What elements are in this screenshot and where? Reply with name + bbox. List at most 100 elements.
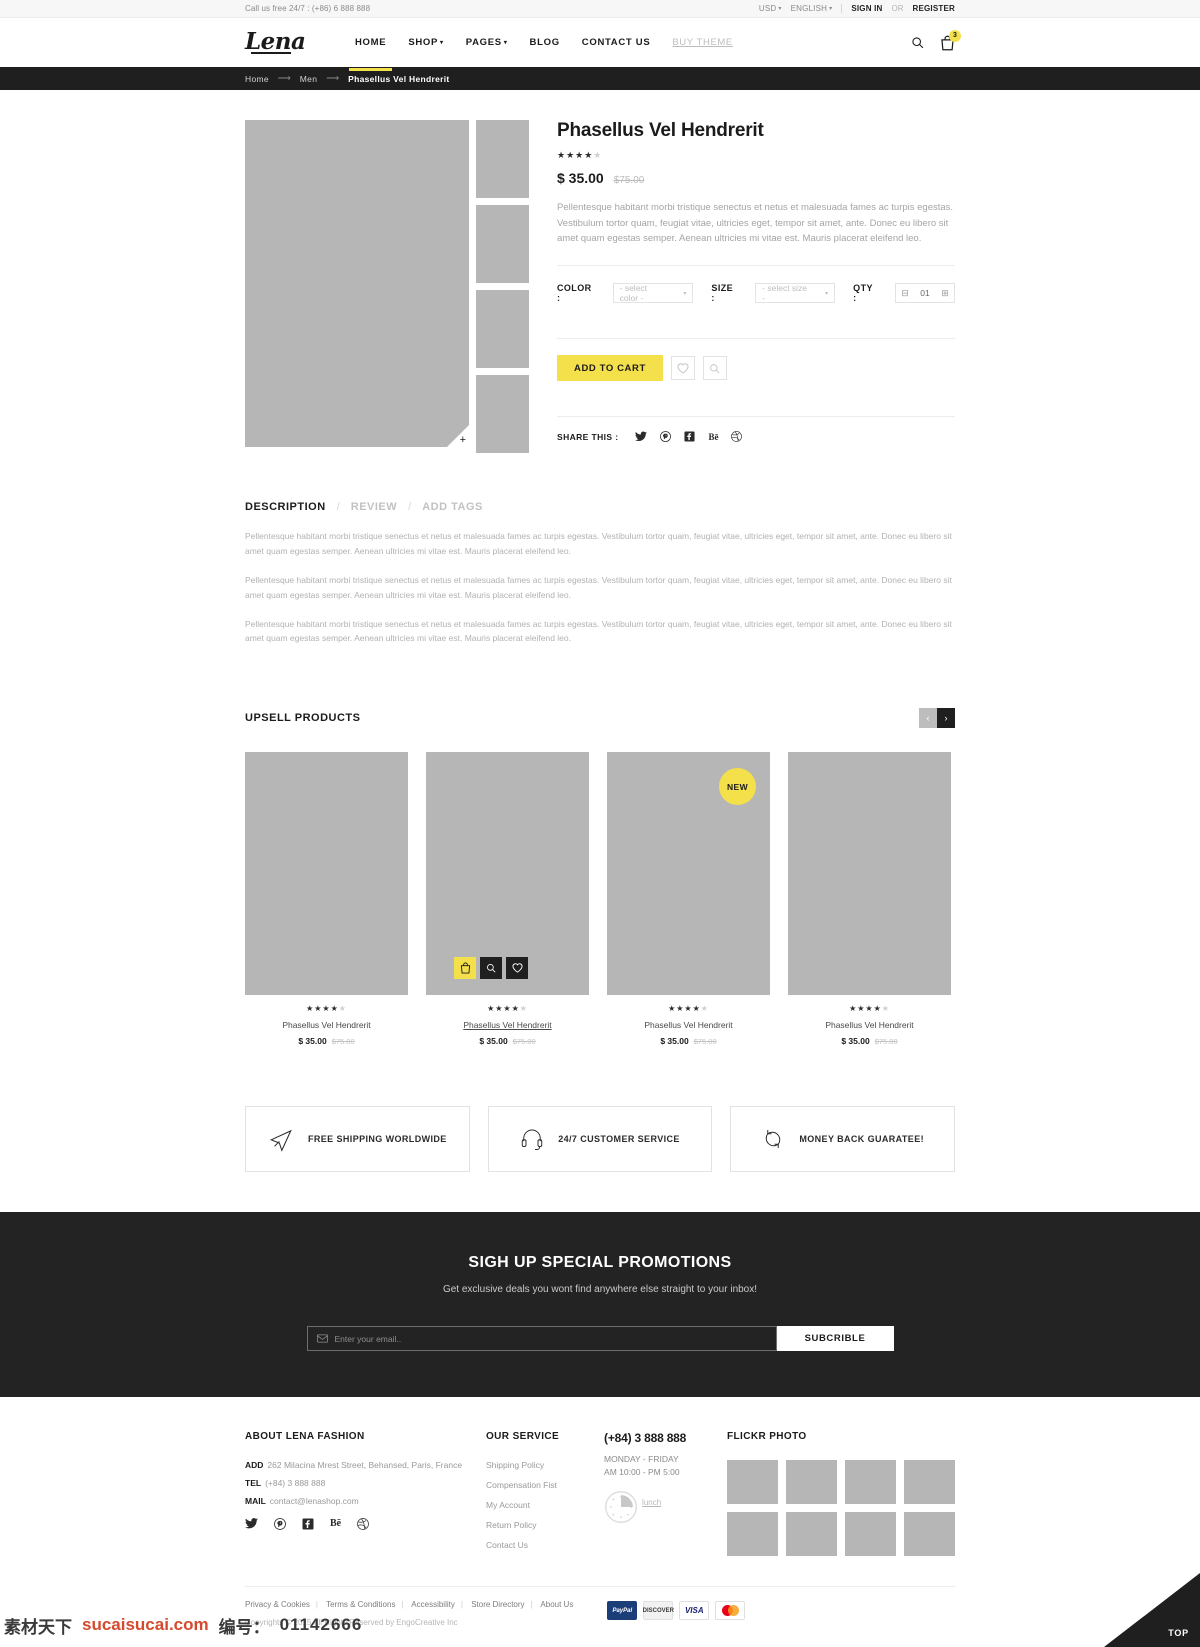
product-card-name[interactable]: Phasellus Vel Hendrerit bbox=[788, 1020, 951, 1030]
product-thumbnail[interactable] bbox=[476, 290, 529, 368]
currency-selector[interactable]: USD ▾ bbox=[759, 4, 782, 13]
behance-icon[interactable]: Bē bbox=[330, 1518, 341, 1530]
flickr-thumbnail[interactable] bbox=[845, 1460, 896, 1505]
newsletter-email-input[interactable]: Enter your email.. bbox=[306, 1326, 777, 1352]
footer-link-compensation-fist[interactable]: Compensation Fist bbox=[486, 1480, 604, 1490]
product-card-hover-actions bbox=[454, 957, 528, 980]
product-card[interactable]: ★★★★★ Phasellus Vel Hendrerit $ 35.00 $75… bbox=[788, 752, 951, 1046]
back-to-top-label: TOP bbox=[1168, 1628, 1189, 1639]
qty-increase-button[interactable]: ⊞ bbox=[936, 288, 954, 299]
flickr-thumbnail[interactable] bbox=[904, 1460, 955, 1505]
footer-link-my-account[interactable]: My Account bbox=[486, 1500, 604, 1510]
footer-link-return-policy[interactable]: Return Policy bbox=[486, 1520, 604, 1530]
footer-link-shipping-policy[interactable]: Shipping Policy bbox=[486, 1460, 604, 1470]
tab-add-tags[interactable]: ADD TAGS bbox=[422, 501, 483, 513]
wishlist-icon[interactable] bbox=[670, 356, 695, 381]
tab-description[interactable]: DESCRIPTION bbox=[245, 501, 326, 513]
flickr-thumbnail[interactable] bbox=[786, 1512, 837, 1557]
flickr-thumbnail[interactable] bbox=[727, 1512, 778, 1557]
search-icon[interactable] bbox=[911, 36, 924, 49]
color-select-value: - select color - bbox=[619, 283, 648, 304]
product-thumbnail[interactable] bbox=[476, 205, 529, 283]
nav-item-contact-us[interactable]: CONTACT US bbox=[582, 23, 651, 62]
product-thumbnail[interactable] bbox=[476, 375, 529, 453]
newsletter-section: SIGH UP SPECIAL PROMOTIONS Get exclusive… bbox=[0, 1212, 1200, 1398]
upsell-product-grid: ★★★★★ Phasellus Vel Hendrerit $ 35.00 $75… bbox=[245, 752, 955, 1046]
product-card-image[interactable] bbox=[426, 752, 589, 996]
behance-icon[interactable]: Bē bbox=[708, 432, 718, 442]
flickr-thumbnail[interactable] bbox=[786, 1460, 837, 1505]
carousel-prev-icon[interactable]: ‹ bbox=[919, 708, 937, 729]
nav-item-shop[interactable]: SHOP ▾ bbox=[408, 23, 443, 62]
product-card-image[interactable] bbox=[245, 752, 408, 996]
wishlist-icon[interactable] bbox=[506, 957, 528, 980]
add-to-cart-button[interactable]: ADD TO CART bbox=[557, 355, 663, 382]
sign-in-link[interactable]: SIGN IN bbox=[851, 4, 882, 13]
footer-mail-value[interactable]: contact@lenashop.com bbox=[270, 1496, 359, 1506]
product-card-name[interactable]: Phasellus Vel Hendrerit bbox=[607, 1020, 770, 1030]
features-row: FREE SHIPPING WORLDWIDE 24/7 CUSTOMER SE… bbox=[245, 1106, 956, 1212]
twitter-icon[interactable] bbox=[635, 431, 648, 442]
breadcrumb-home[interactable]: Home bbox=[245, 74, 269, 84]
upsell-title: UPSELL PRODUCTS bbox=[245, 712, 361, 725]
discover-icon: DISCOVER bbox=[643, 1601, 674, 1621]
nav-item-blog[interactable]: BLOG bbox=[530, 23, 560, 62]
feature-customer-service: 24/7 CUSTOMER SERVICE bbox=[487, 1106, 713, 1173]
feature-label: 24/7 CUSTOMER SERVICE bbox=[558, 1134, 680, 1145]
feature-label: FREE SHIPPING WORLDWIDE bbox=[307, 1134, 447, 1145]
nav-item-buy-theme[interactable]: BUY THEME bbox=[672, 23, 732, 62]
carousel-next-icon[interactable]: › bbox=[937, 708, 955, 729]
footer-link-accessibility[interactable]: Accessibility bbox=[411, 1600, 455, 1609]
footer-flickr-heading: FLICKR PHOTO bbox=[727, 1431, 807, 1443]
site-logo[interactable]: Lena bbox=[245, 28, 337, 55]
facebook-icon[interactable] bbox=[684, 431, 696, 442]
footer-socials: Bē bbox=[245, 1518, 486, 1531]
cart-button[interactable]: 3 bbox=[940, 29, 961, 51]
product-card-image[interactable] bbox=[788, 752, 951, 996]
product-card[interactable]: ★★★★★ Phasellus Vel Hendrerit $ 35.00 $75… bbox=[245, 752, 408, 1046]
twitter-icon[interactable] bbox=[245, 1518, 258, 1530]
product-main-image[interactable]: + bbox=[245, 120, 469, 447]
size-select[interactable]: - select size - ▾ bbox=[755, 283, 836, 304]
color-label: COLOR : bbox=[557, 283, 592, 304]
top-utility-bar: Call us free 24/7 : (+86) 6 888 888 USD ▾… bbox=[0, 0, 1200, 18]
subscribe-button[interactable]: SUBCRIBLE bbox=[776, 1326, 894, 1352]
dribbble-icon[interactable] bbox=[357, 1518, 369, 1531]
footer-link-about-us[interactable]: About Us bbox=[540, 1600, 573, 1609]
feature-free-shipping: FREE SHIPPING WORLDWIDE bbox=[245, 1106, 470, 1173]
flickr-thumbnail[interactable] bbox=[904, 1512, 955, 1557]
footer-link-store-directory[interactable]: Store Directory bbox=[471, 1600, 524, 1609]
nav-item-pages[interactable]: PAGES ▾ bbox=[466, 23, 508, 62]
product-card-name[interactable]: Phasellus Vel Hendrerit bbox=[245, 1020, 408, 1030]
product-thumbnail[interactable] bbox=[476, 120, 529, 198]
pinterest-icon[interactable] bbox=[274, 1518, 286, 1531]
product-card[interactable]: NEW ★★★★★ Phasellus Vel Hendrerit $ 35.0… bbox=[607, 752, 770, 1046]
dribbble-icon[interactable] bbox=[731, 431, 743, 442]
size-label: SIZE : bbox=[711, 283, 734, 304]
product-card-name[interactable]: Phasellus Vel Hendrerit bbox=[426, 1020, 589, 1030]
product-card-rating: ★★★★★ bbox=[849, 1004, 890, 1014]
refresh-icon bbox=[766, 1130, 781, 1149]
flickr-thumbnail[interactable] bbox=[727, 1460, 778, 1505]
qty-decrease-button[interactable]: ⊟ bbox=[896, 288, 914, 299]
add-to-cart-icon[interactable] bbox=[454, 957, 476, 980]
back-to-top-button[interactable]: TOP bbox=[1104, 1573, 1200, 1647]
quickview-search-icon[interactable] bbox=[480, 957, 502, 980]
quickview-search-icon[interactable] bbox=[702, 356, 727, 381]
flickr-thumbnail[interactable] bbox=[845, 1512, 896, 1557]
product-card[interactable]: ★★★★★ Phasellus Vel Hendrerit $ 35.00 $75… bbox=[426, 752, 589, 1046]
zoom-plus-icon[interactable]: + bbox=[460, 435, 466, 446]
facebook-icon[interactable] bbox=[302, 1518, 314, 1530]
quantity-stepper[interactable]: ⊟ 01 ⊞ bbox=[895, 283, 956, 304]
color-select[interactable]: - select color - ▾ bbox=[612, 283, 694, 304]
pinterest-icon[interactable] bbox=[660, 431, 672, 442]
breadcrumb-category[interactable]: Men bbox=[300, 74, 317, 84]
register-link[interactable]: REGISTER bbox=[913, 4, 956, 13]
headset-icon bbox=[521, 1129, 543, 1151]
footer-link-contact-us[interactable]: Contact Us bbox=[486, 1540, 604, 1550]
nav-item-home[interactable]: HOME bbox=[348, 23, 393, 71]
language-selector[interactable]: ENGLISH ▾ bbox=[791, 4, 833, 13]
arrow-right-icon: ⟶ bbox=[326, 73, 340, 83]
product-card-image[interactable]: NEW bbox=[607, 752, 770, 996]
tab-review[interactable]: REVIEW bbox=[351, 501, 397, 513]
